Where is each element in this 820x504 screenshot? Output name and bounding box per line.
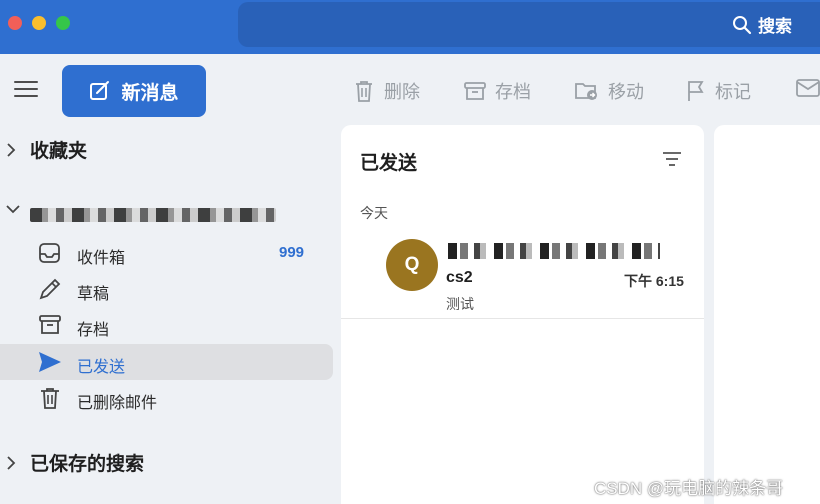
account-name-redacted — [30, 208, 276, 222]
archive-label: 存档 — [495, 82, 531, 102]
message-preview: 测试 — [446, 296, 474, 312]
sidebar: 收藏夹 收件箱 999 草稿 存档 已发送 已删除邮件 已保存的搜索 — [0, 126, 340, 504]
sidebar-item-sent[interactable]: 已发送 — [0, 344, 333, 380]
sidebar-item-label: 草稿 — [77, 286, 110, 303]
avatar: Q — [386, 239, 438, 291]
move-button[interactable]: 移动 — [575, 78, 644, 104]
chevron-right-icon — [7, 455, 16, 470]
delete-label: 删除 — [384, 82, 420, 102]
sender-name-redacted — [448, 243, 660, 259]
saved-searches-label: 已保存的搜索 — [30, 454, 145, 475]
search-button[interactable]: 搜索 — [732, 12, 792, 37]
flag-button[interactable]: 标记 — [686, 78, 751, 104]
sidebar-item-deleted[interactable]: 已删除邮件 — [0, 380, 333, 416]
pencil-icon — [39, 278, 61, 300]
envelope-icon — [796, 79, 820, 97]
favorites-label: 收藏夹 — [30, 141, 88, 162]
delete-button[interactable]: 删除 — [353, 78, 420, 104]
trash-icon — [356, 81, 372, 102]
flag-icon — [688, 81, 704, 101]
message-time: 下午 6:15 — [624, 273, 684, 289]
search-label: 搜索 — [758, 17, 792, 36]
unread-count-badge: 999 — [279, 244, 305, 261]
watermark: CSDN @玩电脑的辣条哥 — [594, 479, 784, 498]
menu-icon[interactable] — [14, 81, 38, 99]
archive-icon — [464, 82, 486, 100]
title-bar: 搜索 — [0, 0, 820, 54]
move-folder-icon — [575, 83, 597, 100]
chevron-right-icon — [7, 142, 16, 157]
sidebar-item-label: 已发送 — [77, 359, 126, 376]
new-message-button[interactable]: 新消息 — [62, 65, 206, 117]
favorites-section[interactable]: 收藏夹 — [6, 136, 87, 163]
trash-icon — [41, 388, 59, 409]
toolbar: 新消息 删除 存档 移动 标记 — [0, 54, 820, 126]
sidebar-item-archive[interactable]: 存档 — [0, 307, 333, 343]
reading-pane — [714, 125, 820, 504]
mail-action-button[interactable] — [796, 78, 820, 98]
sidebar-item-drafts[interactable]: 草稿 — [0, 271, 333, 307]
sidebar-item-label: 存档 — [77, 322, 110, 339]
date-group-label: 今天 — [360, 205, 388, 221]
close-window-button[interactable] — [8, 16, 22, 30]
chevron-down-icon — [6, 205, 20, 214]
filter-icon[interactable] — [662, 151, 682, 167]
folder-title: 已发送 — [360, 153, 418, 174]
compose-icon — [90, 81, 110, 100]
message-row[interactable]: Q cs2 下午 6:15 测试 — [341, 229, 704, 319]
archive-icon — [39, 315, 61, 334]
sidebar-item-label: 已删除邮件 — [77, 395, 158, 412]
minimize-window-button[interactable] — [32, 16, 46, 30]
message-subject: cs2 — [446, 269, 473, 286]
sidebar-item-inbox[interactable]: 收件箱 999 — [0, 235, 333, 271]
new-message-label: 新消息 — [121, 82, 179, 104]
account-section[interactable] — [6, 204, 20, 214]
inbox-icon — [39, 243, 60, 263]
flag-label: 标记 — [715, 82, 751, 102]
move-label: 移动 — [608, 82, 644, 102]
search-icon — [733, 15, 752, 34]
zoom-window-button[interactable] — [56, 16, 70, 30]
archive-button[interactable]: 存档 — [464, 78, 531, 104]
message-list-pane: 已发送 今天 Q cs2 下午 6:15 测试 — [341, 125, 704, 504]
sidebar-item-label: 收件箱 — [77, 250, 126, 267]
saved-searches-section[interactable]: 已保存的搜索 — [6, 449, 144, 476]
send-icon — [39, 352, 61, 372]
